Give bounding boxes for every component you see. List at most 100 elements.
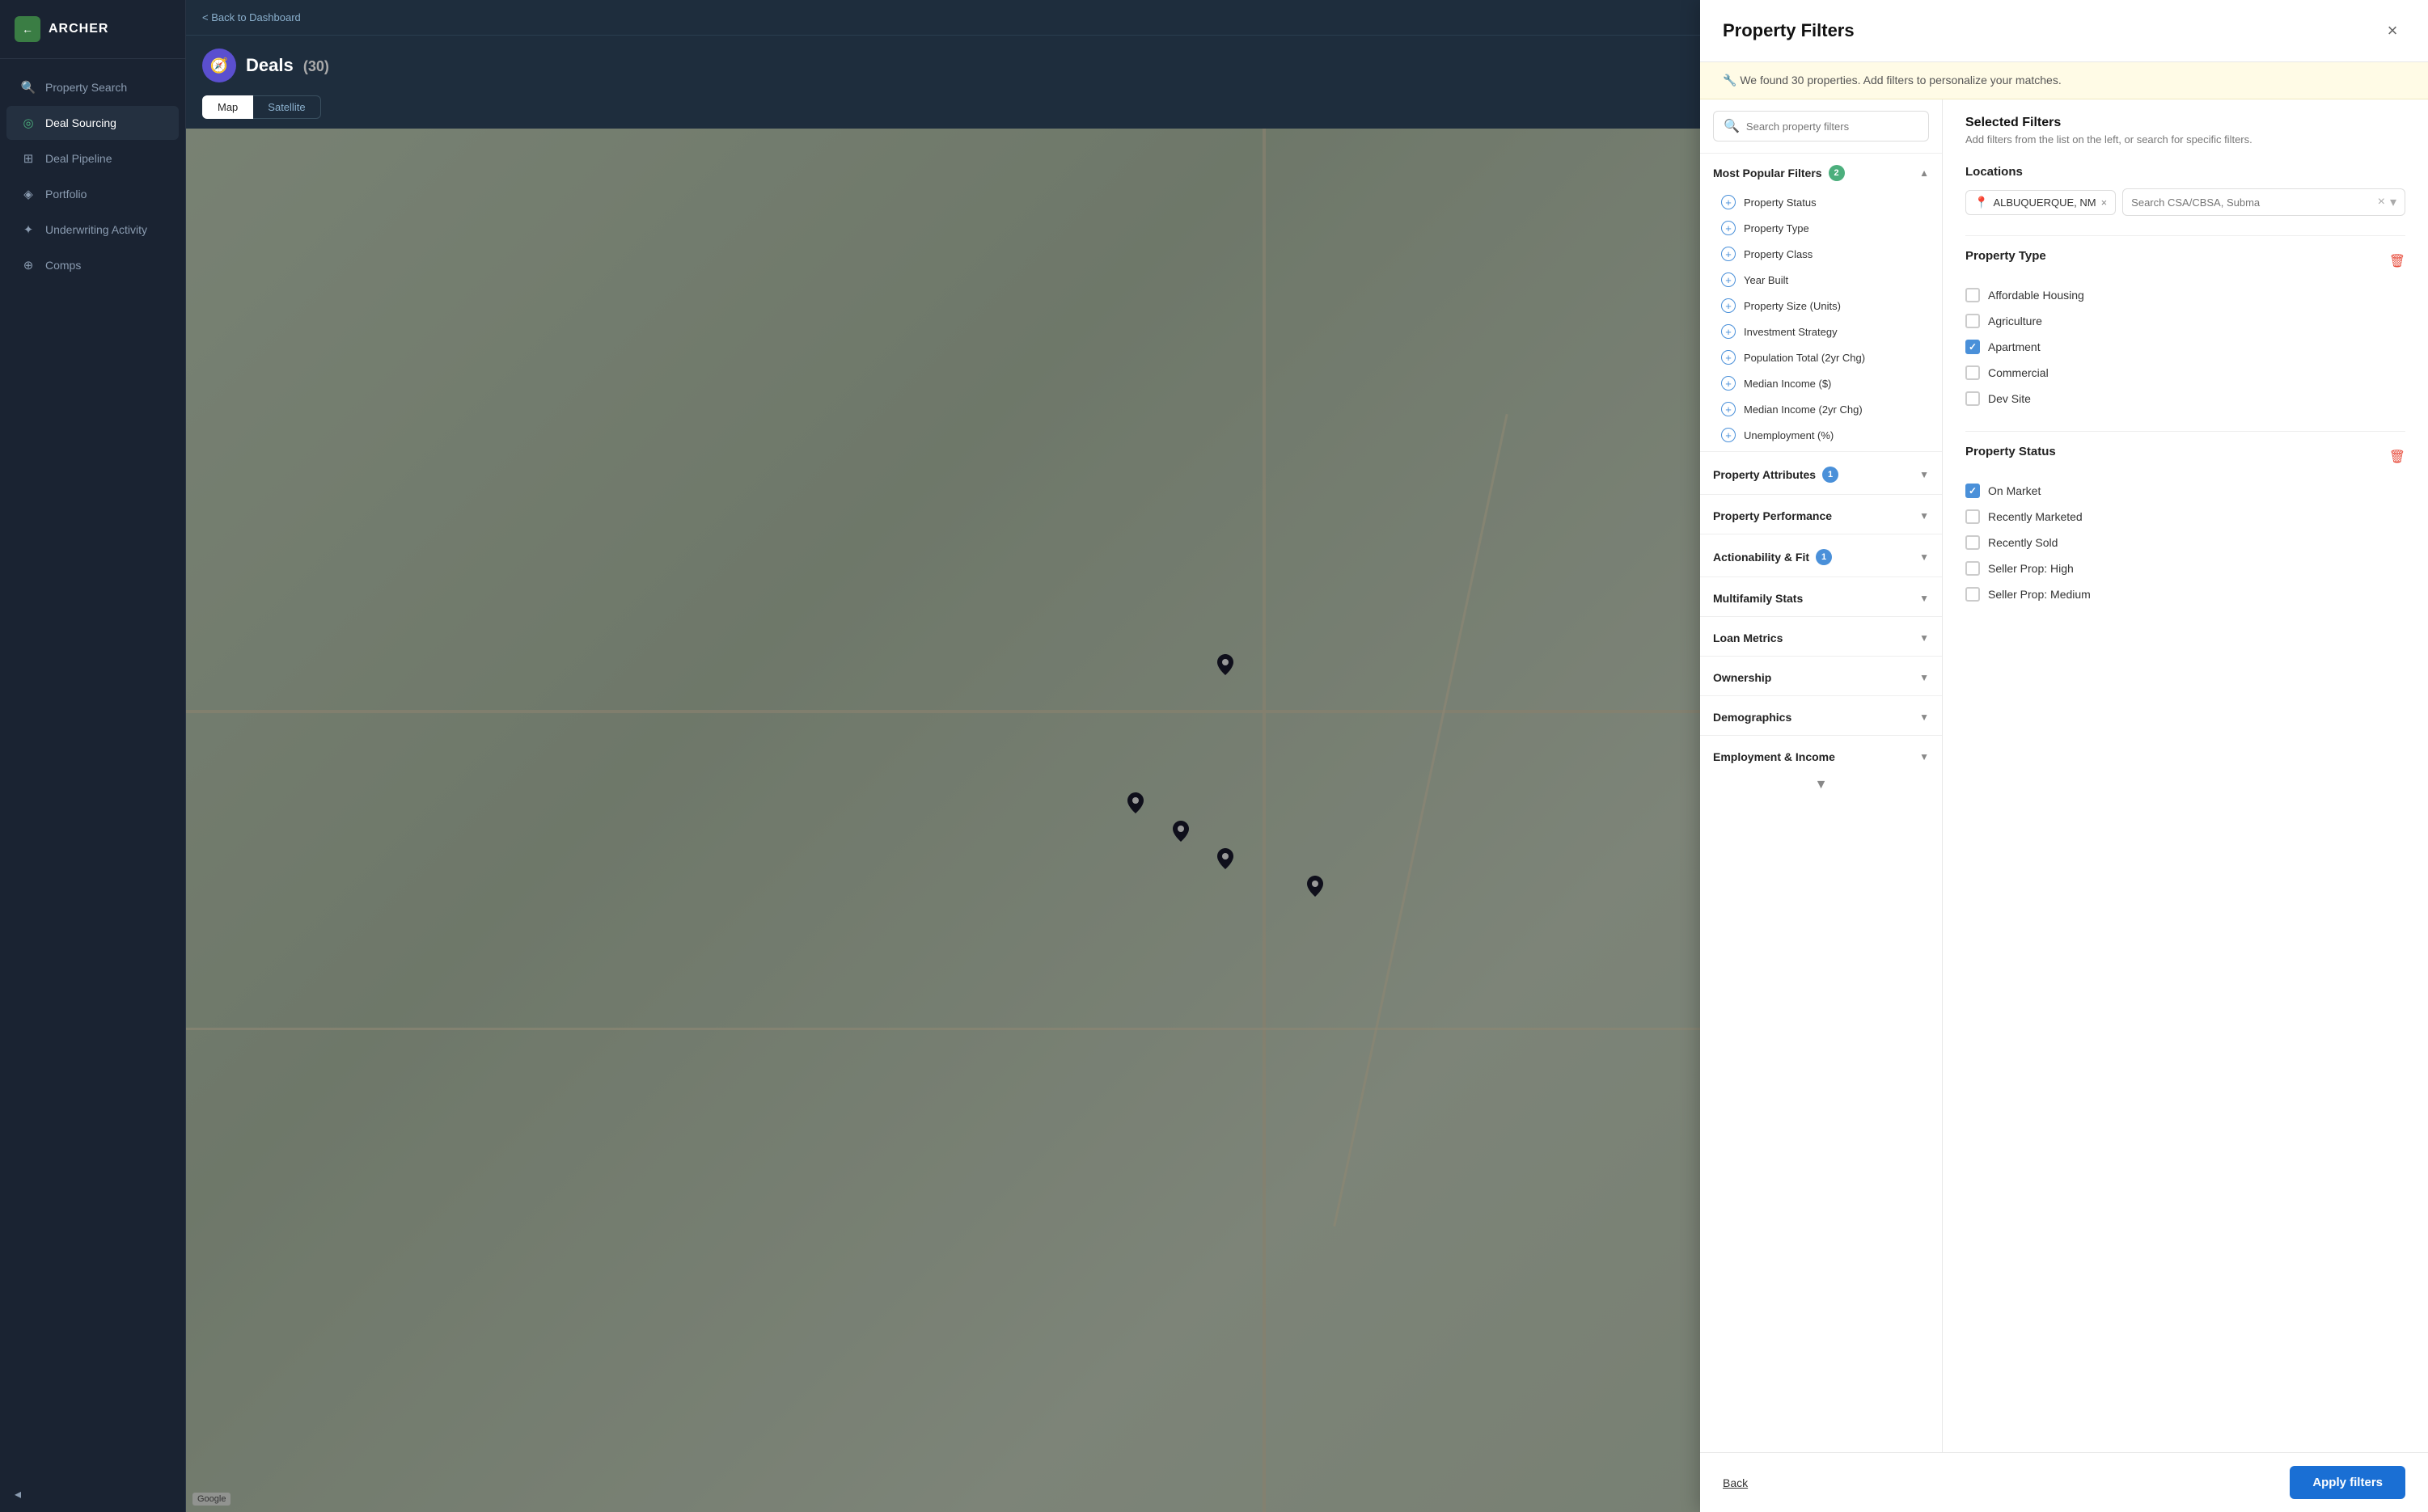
property-status-delete-button[interactable]: 🗑 — [2389, 449, 2405, 465]
filter-group-actionability-fit: Actionability & Fit 1 ▼ — [1700, 538, 1942, 573]
sidebar-item-underwriting-activity[interactable]: ✦ Underwriting Activity — [6, 213, 179, 247]
locations-label: Locations — [1965, 165, 2405, 179]
sidebar-item-label: Deal Sourcing — [45, 116, 116, 129]
sidebar-item-deal-sourcing[interactable]: ◎ Deal Sourcing — [6, 106, 179, 140]
chevron-down-icon: ▼ — [1919, 469, 1929, 480]
modal-header: Property Filters × — [1700, 0, 2428, 62]
checkbox-commercial-input[interactable] — [1965, 365, 1980, 380]
app-name: ARCHER — [49, 22, 108, 36]
checkbox-dev-site-input[interactable] — [1965, 391, 1980, 406]
property-filters-modal: Property Filters × 🔧 We found 30 propert… — [1700, 0, 2428, 1512]
location-input-row: 📍 ALBUQUERQUE, NM × × ▾ — [1965, 188, 2405, 216]
checkbox-affordable-housing-input[interactable] — [1965, 288, 1980, 302]
filter-group-header-loan-metrics[interactable]: Loan Metrics ▼ — [1700, 620, 1942, 653]
filter-item-property-class[interactable]: + Property Class — [1700, 241, 1942, 267]
modal-footer: Back Apply filters — [1700, 1452, 2428, 1512]
checkbox-recently-sold-input[interactable] — [1965, 535, 1980, 550]
sidebar-item-label: Property Search — [45, 81, 127, 94]
filter-item-population-total[interactable]: + Population Total (2yr Chg) — [1700, 344, 1942, 370]
back-to-dashboard-link[interactable]: < Back to Dashboard — [202, 11, 301, 23]
search-box: 🔍 — [1713, 111, 1929, 141]
sidebar-item-deal-pipeline[interactable]: ⊞ Deal Pipeline — [6, 141, 179, 175]
location-chip-label: ALBUQUERQUE, NM — [1993, 196, 2096, 209]
filter-group-property-performance: Property Performance ▼ — [1700, 498, 1942, 530]
add-icon: + — [1721, 376, 1736, 391]
search-icon: 🔍 — [21, 80, 36, 95]
filter-item-unemployment[interactable]: + Unemployment (%) — [1700, 422, 1942, 448]
underwriting-icon: ✦ — [21, 222, 36, 237]
sidebar-item-portfolio[interactable]: ◈ Portfolio — [6, 177, 179, 211]
filter-item-property-size[interactable]: + Property Size (Units) — [1700, 293, 1942, 319]
modal-close-button[interactable]: × — [2379, 18, 2405, 44]
location-chip: 📍 ALBUQUERQUE, NM × — [1965, 190, 2116, 215]
checkbox-seller-prop-medium-input[interactable] — [1965, 587, 1980, 602]
filter-group-header-property-performance[interactable]: Property Performance ▼ — [1700, 498, 1942, 530]
chevron-up-icon: ▲ — [1919, 167, 1929, 179]
add-icon: + — [1721, 221, 1736, 235]
filter-group-header-multifamily-stats[interactable]: Multifamily Stats ▼ — [1700, 581, 1942, 613]
location-chip-remove-button[interactable]: × — [2101, 196, 2108, 209]
filter-group-ownership: Ownership ▼ — [1700, 660, 1942, 692]
sidebar-collapse-button[interactable]: ◂ — [0, 1476, 185, 1512]
modal-body: 🔍 Most Popular Filters 2 ▲ — [1700, 99, 2428, 1452]
checkbox-seller-prop-high[interactable]: Seller Prop: High — [1965, 555, 2405, 581]
checkbox-agriculture[interactable]: Agriculture — [1965, 308, 2405, 334]
checkbox-on-market-input[interactable] — [1965, 484, 1980, 498]
sidebar-item-label: Portfolio — [45, 188, 87, 201]
property-type-options: Affordable Housing Agriculture Apartment… — [1965, 282, 2405, 412]
checkbox-apartment-input[interactable] — [1965, 340, 1980, 354]
checkbox-commercial[interactable]: Commercial — [1965, 360, 2405, 386]
filter-item-median-income-chg[interactable]: + Median Income (2yr Chg) — [1700, 396, 1942, 422]
filters-search: 🔍 — [1700, 99, 1942, 154]
tab-map[interactable]: Map — [202, 95, 253, 119]
filter-item-property-status[interactable]: + Property Status — [1700, 189, 1942, 215]
sidebar: ← ARCHER 🔍 Property Search ◎ Deal Sourci… — [0, 0, 186, 1512]
chevron-down-icon: ▼ — [1919, 672, 1929, 683]
modal-banner: 🔧 We found 30 properties. Add filters to… — [1700, 62, 2428, 99]
sidebar-nav: 🔍 Property Search ◎ Deal Sourcing ⊞ Deal… — [0, 59, 185, 1476]
filter-group-header-most-popular[interactable]: Most Popular Filters 2 ▲ — [1700, 154, 1942, 189]
checkbox-seller-prop-medium[interactable]: Seller Prop: Medium — [1965, 581, 2405, 607]
location-search: × ▾ — [2122, 188, 2405, 216]
filter-group-header-ownership[interactable]: Ownership ▼ — [1700, 660, 1942, 692]
filter-item-year-built[interactable]: + Year Built — [1700, 267, 1942, 293]
search-icon: 🔍 — [1724, 118, 1740, 134]
checkbox-recently-marketed[interactable]: Recently Marketed — [1965, 504, 2405, 530]
filter-group-header-actionability-fit[interactable]: Actionability & Fit 1 ▼ — [1700, 538, 1942, 573]
checkbox-seller-prop-high-input[interactable] — [1965, 561, 1980, 576]
add-icon: + — [1721, 247, 1736, 261]
checkbox-apartment[interactable]: Apartment — [1965, 334, 2405, 360]
checkbox-dev-site[interactable]: Dev Site — [1965, 386, 2405, 412]
dropdown-icon[interactable]: ▾ — [2390, 194, 2396, 210]
checkbox-affordable-housing[interactable]: Affordable Housing — [1965, 282, 2405, 308]
apply-filters-button[interactable]: Apply filters — [2290, 1466, 2405, 1499]
checkbox-recently-sold[interactable]: Recently Sold — [1965, 530, 2405, 555]
add-icon: + — [1721, 298, 1736, 313]
search-input[interactable] — [1746, 120, 1918, 133]
checkbox-on-market[interactable]: On Market — [1965, 478, 2405, 504]
filter-item-investment-strategy[interactable]: + Investment Strategy — [1700, 319, 1942, 344]
sidebar-item-property-search[interactable]: 🔍 Property Search — [6, 70, 179, 104]
back-button[interactable]: Back — [1723, 1476, 1748, 1489]
filter-item-property-type[interactable]: + Property Type — [1700, 215, 1942, 241]
location-pin-icon: 📍 — [1974, 196, 1988, 209]
filter-item-median-income[interactable]: + Median Income ($) — [1700, 370, 1942, 396]
checkbox-agriculture-input[interactable] — [1965, 314, 1980, 328]
tab-satellite[interactable]: Satellite — [253, 95, 320, 119]
add-icon: + — [1721, 272, 1736, 287]
chevron-down-icon: ▼ — [1919, 751, 1929, 762]
sidebar-item-comps[interactable]: ⊕ Comps — [6, 248, 179, 282]
location-search-input[interactable] — [2131, 196, 2372, 209]
clear-search-icon[interactable]: × — [2378, 195, 2385, 209]
selected-filters-subtitle: Add filters from the list on the left, o… — [1965, 133, 2405, 146]
filter-group-header-employment-income[interactable]: Employment & Income ▼ — [1700, 739, 1942, 771]
filter-group-header-demographics[interactable]: Demographics ▼ — [1700, 699, 1942, 732]
filter-group-header-property-attributes[interactable]: Property Attributes 1 ▼ — [1700, 455, 1942, 491]
sidebar-item-label: Comps — [45, 259, 81, 272]
property-type-delete-button[interactable]: 🗑 — [2389, 253, 2405, 269]
more-filters-chevron[interactable]: ▼ — [1700, 771, 1942, 799]
property-status-label: Property Status — [1965, 445, 2056, 458]
checkbox-recently-marketed-input[interactable] — [1965, 509, 1980, 524]
portfolio-icon: ◈ — [21, 187, 36, 201]
add-icon: + — [1721, 428, 1736, 442]
